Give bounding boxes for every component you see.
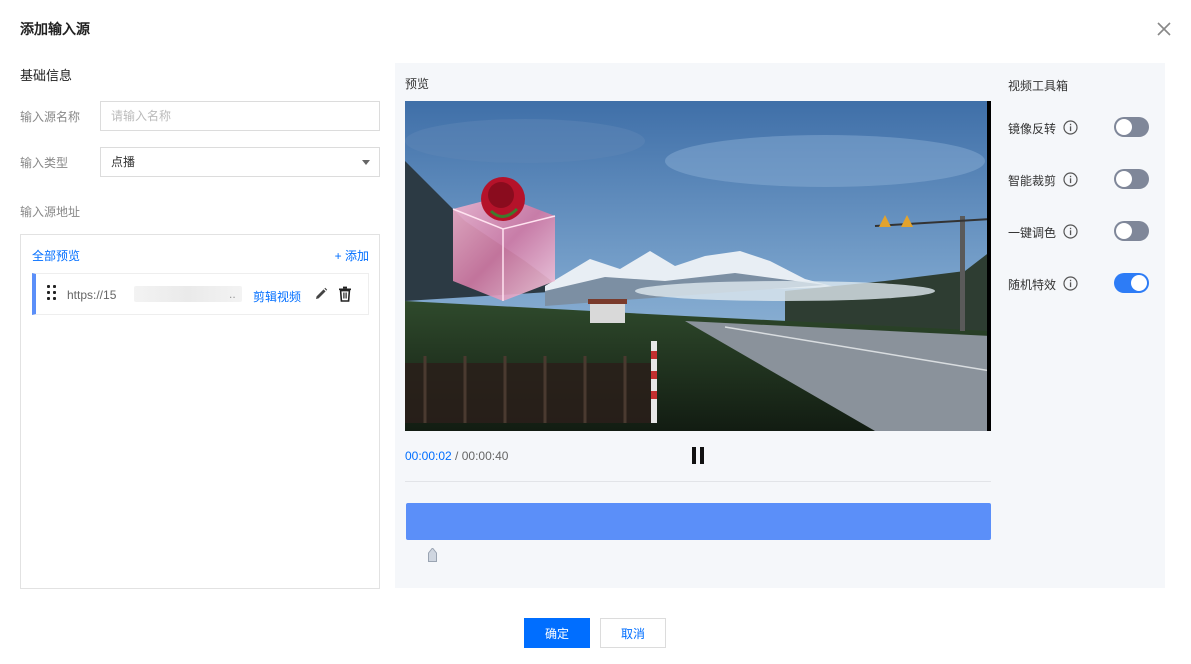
time-separator: / <box>451 449 462 463</box>
mirror-toggle[interactable] <box>1114 117 1149 137</box>
toolbox-title: 视频工具箱 <box>1008 79 1069 93</box>
tool-random-effect: 随机特效 <box>1008 273 1153 295</box>
clip-video-link[interactable]: 剪辑视频 <box>253 288 301 305</box>
add-source-link[interactable]: + 添加 <box>335 247 369 264</box>
caret-down-icon <box>362 160 370 165</box>
pause-icon[interactable] <box>692 447 706 465</box>
total-time: 00:00:40 <box>461 449 509 463</box>
tool-label: 智能裁剪 <box>1008 174 1057 188</box>
tool-mirror: 镜像反转 <box>1008 117 1153 139</box>
name-input[interactable] <box>100 101 380 131</box>
source-item: https://15 .. 剪辑视频 <box>32 273 369 315</box>
close-icon[interactable] <box>1155 20 1173 38</box>
type-select-value: 点播 <box>111 155 136 169</box>
type-select[interactable]: 点播 <box>100 147 380 177</box>
preview-label: 预览 <box>405 77 430 91</box>
divider <box>405 481 991 482</box>
type-label: 输入类型 <box>20 156 69 170</box>
source-url: https://15 <box>67 288 117 302</box>
name-label: 输入源名称 <box>20 110 81 124</box>
smart-crop-toggle[interactable] <box>1114 169 1149 189</box>
edit-pencil-icon[interactable] <box>314 287 328 301</box>
preview-all-link[interactable]: 全部预览 <box>32 247 80 264</box>
timeline-handle-icon[interactable] <box>428 547 437 562</box>
timeline-track[interactable] <box>406 503 991 540</box>
video-player[interactable] <box>405 101 991 431</box>
address-label: 输入源地址 <box>20 205 81 219</box>
tool-color-grade: 一键调色 <box>1008 221 1153 243</box>
source-list: 全部预览 + 添加 https://15 .. 剪辑视频 <box>20 234 380 589</box>
info-icon[interactable] <box>1063 224 1078 239</box>
tool-label: 镜像反转 <box>1008 122 1057 136</box>
info-icon[interactable] <box>1063 276 1078 291</box>
tool-smart-crop: 智能裁剪 <box>1008 169 1153 191</box>
confirm-button[interactable]: 确定 <box>524 618 590 648</box>
preview-panel: 预览 00:00:02 / 00:00:40 视频工具箱 镜像反转 智能裁剪 一… <box>395 63 1165 588</box>
video-frame-image <box>405 101 991 431</box>
info-icon[interactable] <box>1063 172 1078 187</box>
cancel-button[interactable]: 取消 <box>600 618 666 648</box>
url-redaction <box>134 286 242 302</box>
tool-label: 一键调色 <box>1008 226 1057 240</box>
random-effect-toggle[interactable] <box>1114 273 1149 293</box>
color-grade-toggle[interactable] <box>1114 221 1149 241</box>
delete-trash-icon[interactable] <box>338 286 352 302</box>
dialog-title: 添加输入源 <box>20 21 90 37</box>
tool-label: 随机特效 <box>1008 278 1057 292</box>
drag-handle-icon[interactable] <box>47 285 57 303</box>
time-display: 00:00:02 / 00:00:40 <box>405 449 508 463</box>
section-title-basic-info: 基础信息 <box>20 68 73 83</box>
info-icon[interactable] <box>1063 120 1078 135</box>
url-ellipsis: .. <box>229 287 236 301</box>
current-time: 00:00:02 <box>405 449 452 463</box>
